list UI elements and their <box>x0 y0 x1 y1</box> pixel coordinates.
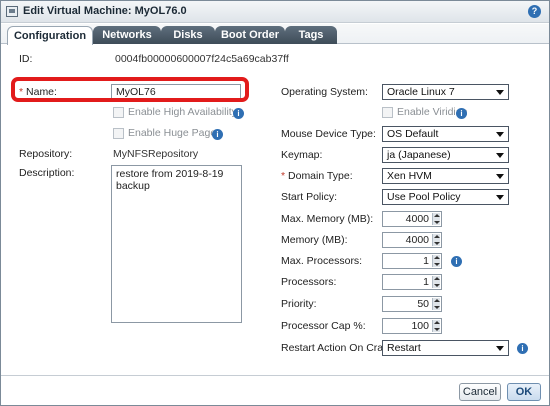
info-icon[interactable]: i <box>456 108 467 119</box>
dialog-title: Edit Virtual Machine: MyOL76.0 <box>23 5 187 17</box>
keymap-value: ja (Japanese) <box>387 149 451 161</box>
restart-action-select[interactable]: Restart <box>382 340 509 356</box>
stepper-arrows-icon[interactable] <box>432 320 440 332</box>
repository-value: MyNFSRepository <box>113 148 199 160</box>
tab-disks[interactable]: Disks <box>161 26 215 44</box>
title-bar: Edit Virtual Machine: MyOL76.0 ? <box>1 1 549 23</box>
os-value: Oracle Linux 7 <box>387 86 455 98</box>
processor-cap-label: Processor Cap %: <box>281 320 366 332</box>
priority-value: 50 <box>417 298 429 310</box>
mouse-device-select[interactable]: OS Default <box>382 126 509 142</box>
tab-configuration[interactable]: Configuration <box>7 26 93 45</box>
max-memory-value: 4000 <box>405 213 429 225</box>
dropdown-arrow-icon <box>496 132 504 137</box>
stepper-arrows-icon[interactable] <box>432 213 440 225</box>
start-policy-select[interactable]: Use Pool Policy <box>382 189 509 205</box>
priority-stepper[interactable]: 50 <box>382 296 442 312</box>
huge-pages-checkbox[interactable] <box>113 128 124 139</box>
description-textarea[interactable]: restore from 2019-8-19 backup <box>111 165 242 323</box>
stepper-arrows-icon[interactable] <box>432 276 440 288</box>
processor-cap-value: 100 <box>411 320 429 332</box>
max-memory-label: Max. Memory (MB): <box>281 213 374 225</box>
required-mark: * <box>281 170 286 182</box>
mouse-device-value: OS Default <box>387 128 439 140</box>
start-policy-label: Start Policy: <box>281 191 338 203</box>
max-processors-label: Max. Processors: <box>281 255 363 267</box>
dropdown-arrow-icon <box>496 195 504 200</box>
domain-type-value: Xen HVM <box>387 170 432 182</box>
vm-window-icon <box>6 6 18 17</box>
max-processors-value: 1 <box>423 255 429 267</box>
restart-action-value: Restart <box>387 342 421 354</box>
tab-networks[interactable]: Networks <box>93 26 161 44</box>
mouse-device-label: Mouse Device Type: <box>281 128 376 140</box>
tab-bar: Configuration Networks Disks Boot Order … <box>1 24 549 45</box>
configuration-panel: ID: 0004fb00000600007f24c5a69cab37ff * N… <box>1 45 549 375</box>
huge-pages-label: Enable Huge Pages <box>128 127 222 139</box>
memory-label: Memory (MB): <box>281 234 348 246</box>
tab-boot-order[interactable]: Boot Order <box>215 26 285 44</box>
memory-stepper[interactable]: 4000 <box>382 232 442 248</box>
high-availability-label: Enable High Availability <box>128 106 237 118</box>
restart-action-label: Restart Action On Crash: <box>281 342 398 354</box>
domain-type-label: * Domain Type: <box>281 170 353 182</box>
id-label: ID: <box>19 53 33 65</box>
processors-stepper[interactable]: 1 <box>382 274 442 290</box>
help-icon[interactable]: ? <box>528 5 541 18</box>
info-icon[interactable]: i <box>517 343 528 354</box>
repository-label: Repository: <box>19 148 73 160</box>
tab-tags[interactable]: Tags <box>285 26 337 44</box>
dropdown-arrow-icon <box>496 174 504 179</box>
viridian-checkbox[interactable] <box>382 107 393 118</box>
domain-type-label-text: Domain Type: <box>288 170 353 182</box>
keymap-select[interactable]: ja (Japanese) <box>382 147 509 163</box>
info-icon[interactable]: i <box>233 108 244 119</box>
processor-cap-stepper[interactable]: 100 <box>382 318 442 334</box>
keymap-label: Keymap: <box>281 149 323 161</box>
id-value: 0004fb00000600007f24c5a69cab37ff <box>115 53 289 65</box>
info-icon[interactable]: i <box>451 256 462 267</box>
dialog-footer: Cancel OK <box>1 375 549 405</box>
name-highlight-box <box>11 77 249 102</box>
priority-label: Priority: <box>281 298 317 310</box>
description-label: Description: <box>19 167 75 179</box>
os-select[interactable]: Oracle Linux 7 <box>382 84 509 100</box>
dropdown-arrow-icon <box>496 153 504 158</box>
processors-value: 1 <box>423 276 429 288</box>
start-policy-value: Use Pool Policy <box>387 191 461 203</box>
domain-type-select[interactable]: Xen HVM <box>382 168 509 184</box>
max-memory-stepper[interactable]: 4000 <box>382 211 442 227</box>
ok-button[interactable]: OK <box>507 383 541 401</box>
dropdown-arrow-icon <box>496 90 504 95</box>
os-label: Operating System: <box>281 86 368 98</box>
dropdown-arrow-icon <box>496 346 504 351</box>
max-processors-stepper[interactable]: 1 <box>382 253 442 269</box>
edit-vm-dialog: Edit Virtual Machine: MyOL76.0 ? Configu… <box>0 0 550 406</box>
info-icon[interactable]: i <box>212 129 223 140</box>
high-availability-checkbox[interactable] <box>113 107 124 118</box>
cancel-button[interactable]: Cancel <box>459 383 501 401</box>
stepper-arrows-icon[interactable] <box>432 298 440 310</box>
memory-value: 4000 <box>405 234 429 246</box>
processors-label: Processors: <box>281 276 337 288</box>
stepper-arrows-icon[interactable] <box>432 255 440 267</box>
stepper-arrows-icon[interactable] <box>432 234 440 246</box>
